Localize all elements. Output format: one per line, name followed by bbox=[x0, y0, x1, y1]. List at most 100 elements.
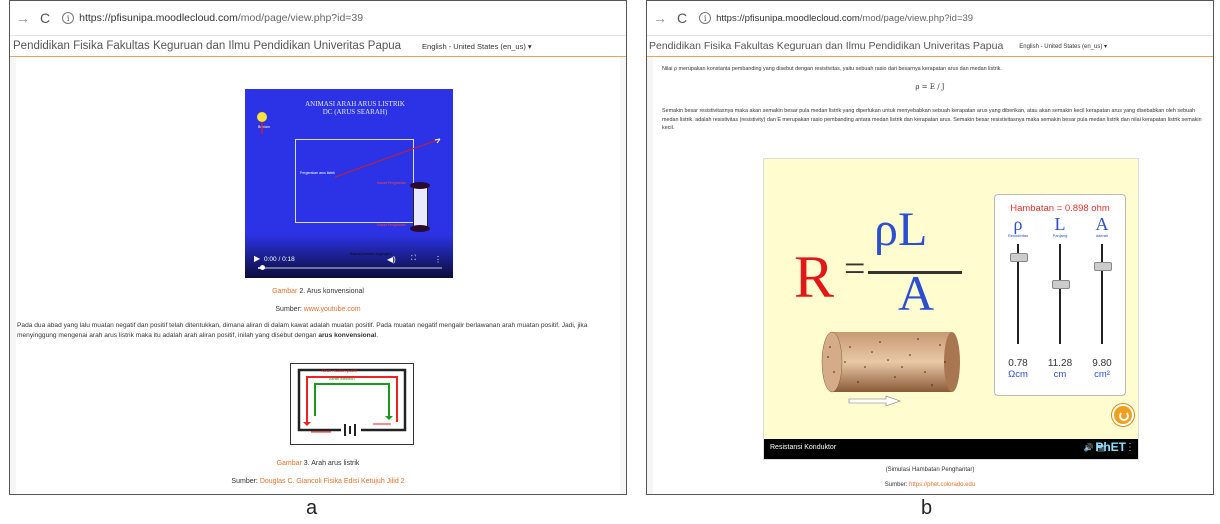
page-content: ANIMASI ARAH ARUS LISTRIK DC (ARUS SEARA… bbox=[10, 57, 626, 494]
figure-3-source-link[interactable]: Douglas C. Giancoli Fisika Edisi Ketujuh… bbox=[260, 478, 405, 485]
panel-a: → C i https://pfisunipa.moodlecloud.com/… bbox=[9, 0, 627, 495]
slider-length[interactable]: L Panjang 11.28 cm bbox=[1041, 215, 1079, 380]
browser-url-bar: → C i https://pfisunipa.moodlecloud.com/… bbox=[10, 1, 626, 36]
info-icon[interactable]: i bbox=[62, 12, 75, 24]
info-icon[interactable]: i bbox=[699, 12, 712, 24]
formula-R: R bbox=[794, 244, 835, 310]
figure-2-text: 2. Arus konvensional bbox=[297, 288, 364, 295]
slider-length-symbol: L bbox=[1054, 214, 1066, 234]
reset-icon[interactable] bbox=[1112, 404, 1134, 426]
figure-label-a: a bbox=[306, 497, 318, 519]
more-options-icon[interactable]: ⋮ bbox=[434, 255, 442, 264]
right-watermark-strip bbox=[620, 57, 626, 494]
browser-url-bar: → C i https://pfisunipa.moodlecloud.com/… bbox=[647, 1, 1213, 36]
left-watermark-strip bbox=[10, 57, 16, 494]
video-time: 0:00 / 0:18 bbox=[264, 256, 295, 263]
current-direction-arrow bbox=[848, 395, 901, 407]
fullscreen-icon[interactable]: ⛶ bbox=[411, 255, 416, 263]
phet-menu-icon[interactable]: ⋮ bbox=[1125, 442, 1135, 453]
resistance-readout: Hambatan = 0.898 ohm bbox=[1010, 203, 1110, 214]
figure-3-caption: Gambar 3. Arah arus listrik bbox=[10, 460, 626, 467]
battery-icon bbox=[413, 186, 428, 228]
figure-3-prefix: Gambar bbox=[276, 460, 302, 467]
video-seek-bar[interactable] bbox=[258, 265, 442, 270]
slider-resistivity-thumb[interactable] bbox=[1010, 253, 1028, 263]
circuit-diagram: Aliran muatan positif Aliran elektron bbox=[290, 363, 414, 445]
url-host: https://pfisunipa.moodlecloud.com bbox=[79, 12, 238, 24]
video-seek-knob[interactable] bbox=[259, 265, 265, 270]
site-header: Pendidikan Fisika Fakultas Keguruan dan … bbox=[10, 36, 626, 57]
url-field[interactable]: https://pfisunipa.moodlecloud.com/mod/pa… bbox=[716, 13, 973, 24]
slider-length-unit: cm bbox=[1053, 369, 1067, 380]
slider-length-name: Panjang bbox=[1052, 233, 1068, 238]
figure-2-prefix: Gambar bbox=[272, 288, 298, 295]
slider-area-symbol: A bbox=[1095, 214, 1109, 234]
panel-b: → C i https://pfisunipa.moodlecloud.com/… bbox=[646, 0, 1214, 495]
figure-label-b: b bbox=[921, 497, 933, 519]
slider-area-name: daerah bbox=[1095, 233, 1109, 238]
slider-resistivity-name: Resistivitas bbox=[1007, 233, 1029, 238]
video-label-wire-top: Kawat Penghantar bbox=[377, 181, 406, 185]
paragraph-text: Pada dua abad yang lalu muatan negatif d… bbox=[17, 322, 588, 339]
slider-resistivity[interactable]: ρ Resistivitas 0.78 Ωcm bbox=[999, 215, 1037, 380]
figure-2-source: Sumber: www.youtube.com bbox=[10, 306, 626, 313]
paragraph-conventional-current: Pada dua abad yang lalu muatan negatif d… bbox=[17, 321, 622, 341]
slider-resistivity-value: 0.78 bbox=[1008, 358, 1028, 369]
figure-2-caption: Gambar 2. Arus konvensional bbox=[10, 288, 626, 295]
slider-length-thumb[interactable] bbox=[1052, 280, 1070, 290]
simulation-title: Resistansi Konduktor bbox=[770, 444, 837, 451]
slider-length-track[interactable] bbox=[1052, 244, 1070, 344]
simulation-bar: Resistansi Konduktor 🔊 📷 PhET ⋮ bbox=[764, 439, 1138, 459]
slider-resistivity-unit: Ωcm bbox=[1008, 369, 1028, 380]
circuit-label-positive: Aliran muatan positif bbox=[321, 368, 358, 373]
conductor-cylinder bbox=[821, 331, 960, 393]
slider-length-value: 11.28 bbox=[1047, 358, 1073, 369]
figure-2-source-label: Sumber: bbox=[275, 306, 304, 313]
battery-bottom bbox=[410, 225, 430, 232]
video-label-wire-bottom: Kawat Penghantar bbox=[377, 223, 406, 227]
slider-area-thumb[interactable] bbox=[1094, 262, 1112, 272]
battery-top bbox=[410, 182, 430, 189]
reload-icon[interactable]: C bbox=[677, 10, 687, 26]
forward-arrow-icon[interactable]: → bbox=[16, 10, 30, 26]
simulation-caption: (Simulasi Hambatan Penghantar) bbox=[885, 467, 975, 473]
play-icon[interactable]: ▶ bbox=[254, 254, 260, 263]
video-player[interactable]: ANIMASI ARAH ARUS LISTRIK DC (ARUS SEARA… bbox=[245, 89, 453, 278]
figure-3-source: Sumber: Douglas C. Giancoli Fisika Edisi… bbox=[10, 478, 626, 485]
circuit-label-electron: Aliran elektron bbox=[329, 376, 355, 381]
slider-resistivity-track[interactable] bbox=[1010, 244, 1028, 344]
slider-area-track[interactable] bbox=[1094, 244, 1112, 344]
simulation-source: Sumber: https://phet.colorado.edu bbox=[647, 482, 1213, 488]
forward-arrow-icon[interactable]: → bbox=[653, 10, 667, 26]
slider-resistivity-symbol: ρ bbox=[1013, 214, 1023, 234]
figure-3-source-label: Sumber: bbox=[231, 478, 260, 485]
url-field[interactable]: https://pfisunipa.moodlecloud.com/mod/pa… bbox=[79, 12, 363, 24]
formula-equals: = bbox=[844, 248, 866, 290]
reload-icon[interactable]: C bbox=[40, 10, 50, 26]
phet-logo[interactable]: PhET bbox=[1095, 440, 1126, 454]
figure-2-source-link[interactable]: www.youtube.com bbox=[304, 306, 361, 313]
video-label-current: Pergerakan arus listrik bbox=[300, 171, 335, 175]
url-path: /mod/page/view.php?id=39 bbox=[237, 12, 364, 24]
simulation-source-link[interactable]: https://phet.colorado.edu bbox=[909, 482, 975, 488]
formula-denominator: A bbox=[898, 265, 935, 321]
paragraph-end: . bbox=[376, 332, 379, 339]
site-header: Pendidikan Fisika Fakultas Keguruan dan … bbox=[647, 36, 1213, 57]
paragraph-resistivity-definition: Nilai ρ merupakan konstanta pembanding y… bbox=[662, 66, 1002, 72]
page-content: Nilai ρ merupakan konstanta pembanding y… bbox=[647, 57, 1213, 494]
phet-simulation[interactable]: R = ρL A Hambatan = 0.898 ohm ρ Resistiv… bbox=[763, 158, 1139, 460]
slider-area-value: 9.80 bbox=[1092, 358, 1112, 369]
figure-3-text: 3. Arah arus listrik bbox=[301, 460, 360, 467]
slider-area[interactable]: A daerah 9.80 cm² bbox=[1083, 215, 1121, 380]
paragraph-resistivity-explanation: Semakin besar resistivitasnya maka akan … bbox=[662, 108, 1202, 132]
video-controls: ▶ 0:00 / 0:18 ◀) ⛶ ⋮ bbox=[245, 234, 453, 278]
formula-numerator: ρL bbox=[874, 203, 928, 256]
site-title[interactable]: Pendidikan Fisika Fakultas Keguruan dan … bbox=[13, 40, 401, 52]
url-host: https://pfisunipa.moodlecloud.com bbox=[716, 12, 860, 24]
language-menu[interactable]: English - United States (en_us) ▾ bbox=[1019, 43, 1107, 50]
slider-area-unit: cm² bbox=[1094, 369, 1110, 380]
volume-icon[interactable]: ◀) bbox=[387, 255, 396, 264]
site-title[interactable]: Pendidikan Fisika Fakultas Keguruan dan … bbox=[649, 40, 1003, 52]
slider-panel: Hambatan = 0.898 ohm ρ Resistivitas 0.78… bbox=[994, 194, 1126, 396]
language-menu[interactable]: English - United States (en_us) ▾ bbox=[422, 42, 532, 51]
